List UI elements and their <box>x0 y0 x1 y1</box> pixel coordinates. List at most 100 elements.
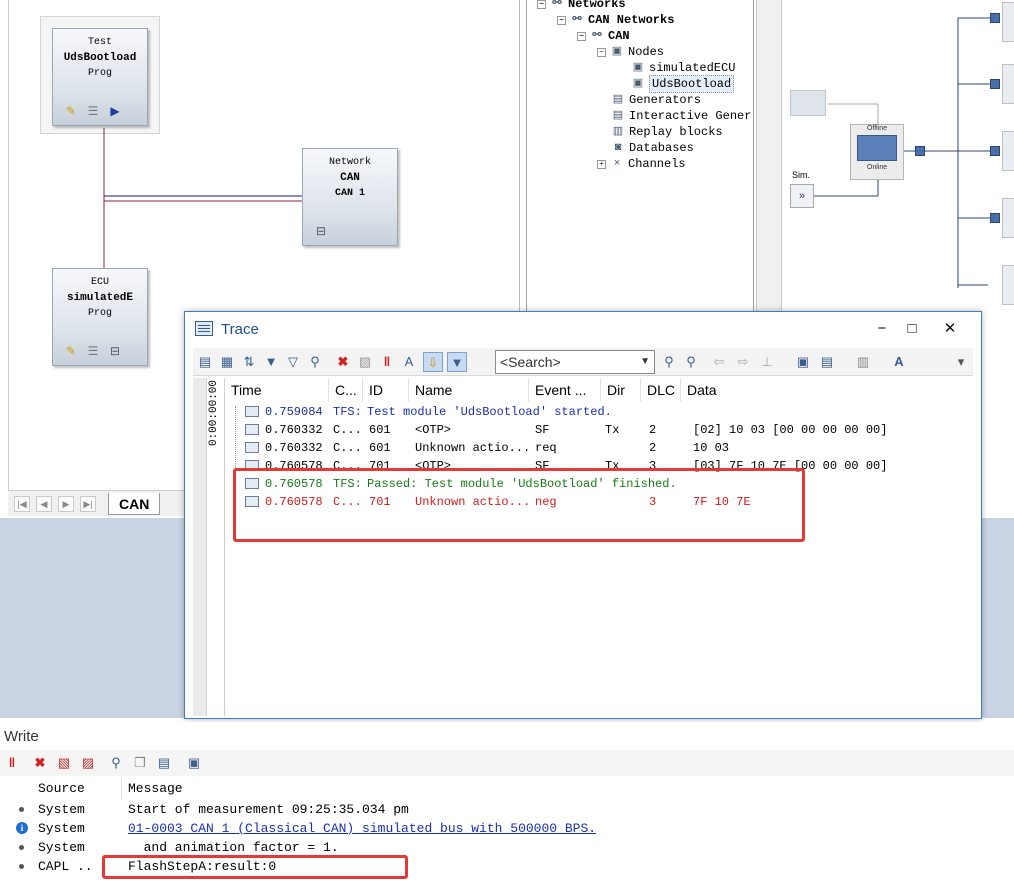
analysis-block[interactable] <box>1002 2 1014 42</box>
marker-back-icon[interactable]: ⇦ <box>709 352 729 372</box>
column-header-id[interactable]: ID <box>363 378 409 402</box>
toolbar-overflow-icon[interactable]: ▾ <box>951 352 971 372</box>
measurement-setup-diagram[interactable]: Offline Online Sim. » <box>782 0 1014 312</box>
filter-edit-icon[interactable]: ▽ <box>283 352 303 372</box>
tree-item-udsbootload[interactable]: ▣ UdsBootload <box>631 75 735 93</box>
cell-name: Test module 'UdsBootload' started. <box>367 405 612 419</box>
network-node-card[interactable]: Network CAN CAN 1 ⊟ <box>302 148 398 246</box>
collapse-icon[interactable]: − <box>557 15 566 25</box>
close-button[interactable]: ✕ <box>941 320 959 338</box>
tab-can[interactable]: CAN <box>108 493 161 515</box>
pause-icon[interactable]: ‖ <box>2 753 22 773</box>
filter-icon[interactable]: ▼ <box>261 352 281 372</box>
search-next-icon[interactable]: ⚲ <box>681 352 701 372</box>
trace-mode-icon[interactable]: ▤ <box>195 352 215 372</box>
tree-item-label: CAN <box>608 29 630 43</box>
delete-icon[interactable]: ▧ <box>355 352 375 372</box>
ecu-node-card[interactable]: ECU simulatedE Prog ✎ ☰ ⊟ <box>52 268 148 366</box>
prev-tab-button[interactable]: ◀ <box>36 496 52 512</box>
marker-set-icon[interactable]: ⊥ <box>757 352 777 372</box>
time-mode-icon[interactable]: A <box>399 352 419 372</box>
trace-search-input[interactable]: <Search> ▼ <box>495 350 655 374</box>
columns-icon[interactable]: ▥ <box>853 352 873 372</box>
marker-forward-icon[interactable]: ⇨ <box>733 352 753 372</box>
tree-item-channels[interactable]: + × Channels <box>597 156 686 172</box>
find-icon[interactable]: ⚲ <box>106 753 126 773</box>
clear-page-icon[interactable]: ▧ <box>54 753 74 773</box>
tree-item-label: Interactive Gener <box>629 109 752 123</box>
edit-pencil-icon[interactable]: ✎ <box>63 343 79 359</box>
column-header-message[interactable]: Message <box>122 778 1014 800</box>
tree-item-can-networks[interactable]: − ⚯ CAN Networks <box>557 12 674 28</box>
trace-title-bar[interactable]: Trace − □ ✕ <box>185 312 981 346</box>
find-icon[interactable]: ⚲ <box>305 352 325 372</box>
configuration-tree[interactable]: − ⚯ Networks − ⚯ CAN Networks − ⚯ CAN − … <box>526 0 754 312</box>
minimize-button[interactable]: − <box>873 320 891 338</box>
trace-row[interactable]: 0.760332 C... 601 Unknown actio... req 2… <box>225 439 973 457</box>
next-tab-button[interactable]: ▶ <box>58 496 74 512</box>
tree-item-nodes[interactable]: − ▣ Nodes <box>597 44 664 60</box>
chronological-icon[interactable]: ▦ <box>217 352 237 372</box>
column-header-dlc[interactable]: DLC <box>641 378 681 402</box>
tree-item-generators[interactable]: ▤ Generators <box>611 92 701 108</box>
tree-item-databases[interactable]: ◙ Databases <box>611 140 694 156</box>
bullet-icon <box>19 807 24 812</box>
chevron-down-icon[interactable]: ▼ <box>640 351 650 373</box>
expand-icon[interactable]: + <box>597 159 606 169</box>
window-layout-icon[interactable]: ▣ <box>184 753 204 773</box>
clear-icon[interactable]: ✖ <box>333 352 353 372</box>
analysis-block[interactable] <box>1002 265 1014 305</box>
clear-icon[interactable]: ✖ <box>30 753 50 773</box>
window-layout-icon[interactable]: ▣ <box>793 352 813 372</box>
tree-item-label: CAN Networks <box>588 13 675 27</box>
column-header-name[interactable]: Name <box>409 378 529 402</box>
first-tab-button[interactable]: |◀ <box>14 496 30 512</box>
column-header-event[interactable]: Event ... <box>529 378 601 402</box>
sim-label: Sim. <box>792 170 810 180</box>
trace-row[interactable]: 0.760332 C... 601 <OTP> SF Tx 2 [02] 10 … <box>225 421 973 439</box>
clear-all-icon[interactable]: ▨ <box>78 753 98 773</box>
column-header-source[interactable]: Source <box>32 778 122 800</box>
time-strip: 0:00:00:00 <box>207 378 225 716</box>
panel-splitter[interactable] <box>756 0 782 312</box>
search-prev-icon[interactable]: ⚲ <box>659 352 679 372</box>
simulation-block[interactable]: » <box>790 184 814 208</box>
export-icon[interactable]: ▤ <box>817 352 837 372</box>
paste-icon[interactable]: ▤ <box>154 753 174 773</box>
copy-icon[interactable]: ❐ <box>130 753 150 773</box>
connector-icon <box>915 146 925 156</box>
tree-item-interactive-generators[interactable]: ▤ Interactive Gener <box>611 108 752 124</box>
last-tab-button[interactable]: ▶| <box>80 496 96 512</box>
analysis-block[interactable] <box>1002 64 1014 104</box>
offline-online-switch[interactable]: Offline Online <box>850 124 904 180</box>
maximize-button[interactable]: □ <box>903 320 921 338</box>
network-device-icon[interactable]: ⊟ <box>107 343 123 359</box>
collapse-icon[interactable]: − <box>597 47 606 57</box>
tree-item-networks[interactable]: − ⚯ Networks <box>537 0 626 12</box>
font-size-icon[interactable]: A <box>889 352 909 372</box>
stack-icon[interactable]: ☰ <box>85 343 101 359</box>
column-header-time[interactable]: Time <box>225 378 329 402</box>
trace-side-handle[interactable] <box>193 378 207 716</box>
trace-row[interactable]: 0.759084 TFS: Test module 'UdsBootload' … <box>225 403 973 421</box>
column-header-data[interactable]: Data <box>681 378 973 402</box>
tree-item-replay-blocks[interactable]: ▥ Replay blocks <box>611 124 723 140</box>
trace-grid[interactable]: Time C... ID Name Event ... Dir DLC Data… <box>225 378 973 716</box>
column-header-channel[interactable]: C... <box>329 378 363 402</box>
column-header-dir[interactable]: Dir <box>601 378 641 402</box>
node-icon: ▣ <box>632 78 644 90</box>
write-message-link[interactable]: 01-0003 CAN 1 (Classical CAN) simulated … <box>128 819 596 838</box>
pause-icon[interactable]: ‖ <box>377 352 397 372</box>
autoscroll-icon[interactable]: ⇩ <box>423 352 443 372</box>
tree-item-can[interactable]: − ⚯ CAN <box>577 28 630 44</box>
write-toolbar: ‖ ✖ ▧ ▨ ⚲ ❐ ▤ ▣ <box>0 750 1014 776</box>
write-row[interactable]: i System 01-0003 CAN 1 (Classical CAN) s… <box>0 819 1014 838</box>
analysis-block[interactable] <box>1002 131 1014 171</box>
write-row[interactable]: System Start of measurement 09:25:35.034… <box>0 800 1014 819</box>
analysis-block[interactable] <box>1002 198 1014 238</box>
collapse-icon[interactable]: − <box>577 31 586 41</box>
collapse-icon[interactable]: − <box>537 0 546 9</box>
tree-item-simulatedecu[interactable]: ▣ simulatedECU <box>631 60 736 76</box>
predefined-filter-icon[interactable]: ▼ <box>447 352 467 372</box>
detail-view-icon[interactable]: ⇅ <box>239 352 259 372</box>
